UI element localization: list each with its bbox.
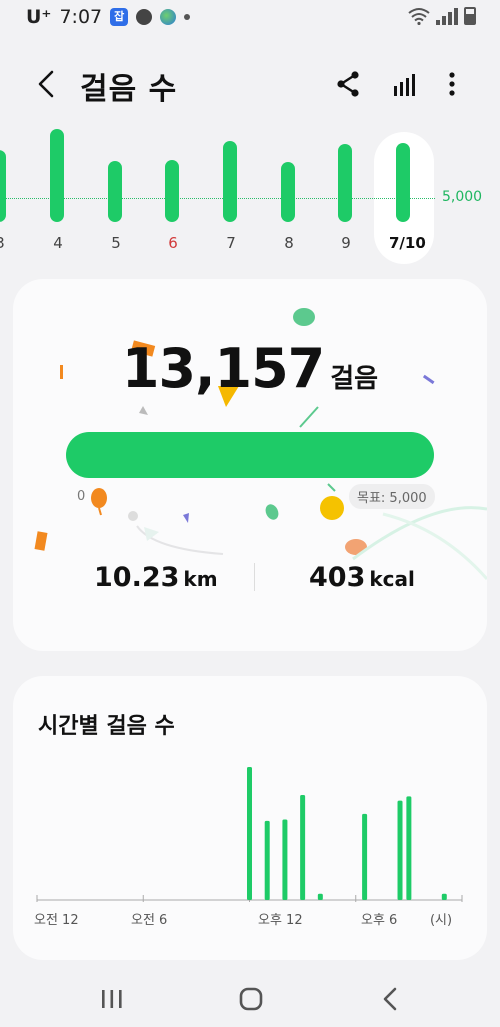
steps-total-row: 13,157 걸음 <box>13 337 487 400</box>
app-notification-icon: 잡 <box>110 8 129 26</box>
x-tick-label: 오후 12 <box>258 913 303 928</box>
week-day-label: 9 <box>341 234 351 252</box>
goal-progress-bar <box>66 432 434 478</box>
clock: 7:07 <box>59 6 103 28</box>
share-icon[interactable] <box>330 66 366 102</box>
steps-unit: 걸음 <box>330 364 379 394</box>
wifi-icon <box>408 8 430 25</box>
week-day-label: 7/10 <box>389 234 426 252</box>
steps-summary-card: 13,157 걸음 0 목표: 5,000 10.23 km 403 kcal <box>13 279 487 651</box>
week-day-bar <box>338 144 352 222</box>
bar-stats-icon[interactable] <box>386 66 422 102</box>
goal-badge: 목표: 5,000 <box>349 484 435 509</box>
more-vertical-icon[interactable] <box>434 66 470 102</box>
hourly-bar <box>441 893 447 900</box>
week-day-label: 8 <box>284 234 294 252</box>
battery-icon <box>464 7 476 25</box>
page-title: 걸음 수 <box>80 72 178 107</box>
distance-unit: km <box>183 567 218 591</box>
week-day-bar <box>223 141 237 222</box>
x-tick-label: 오전 12 <box>34 913 79 928</box>
home-icon[interactable] <box>233 984 269 1014</box>
back-chevron-icon[interactable] <box>30 66 66 102</box>
goal-line-label: 5,000 <box>442 189 483 205</box>
hourly-steps-card: 시간별 걸음 수 오전 12 오전 6 오후 12 오후 6 (시) <box>13 676 487 960</box>
week-day-label: 5 <box>111 234 121 252</box>
week-day-6[interactable]: 9 <box>331 130 361 260</box>
week-day-0[interactable]: 3 <box>0 130 15 260</box>
x-tick-label: (시) <box>430 913 452 928</box>
calories-unit: kcal <box>369 567 415 591</box>
hourly-bar <box>282 819 288 900</box>
week-day-bar <box>50 129 64 222</box>
week-day-2[interactable]: 5 <box>101 130 131 260</box>
hourly-bar <box>397 800 403 900</box>
hourly-bar <box>247 767 252 900</box>
week-day-5[interactable]: 8 <box>274 130 304 260</box>
distance-metric: 10.23 km <box>94 562 218 593</box>
distance-value: 10.23 <box>94 562 180 593</box>
hourly-bar <box>264 820 270 900</box>
week-day-label: 7 <box>226 234 236 252</box>
hourly-bar <box>300 795 306 900</box>
nav-back-icon[interactable] <box>373 984 409 1014</box>
x-tick-label: 오전 6 <box>131 913 167 928</box>
hourly-bar <box>362 813 368 900</box>
status-bar: U⁺ 7:07 잡 <box>0 0 500 34</box>
steps-count: 13,157 <box>121 337 325 400</box>
app-header: 걸음 수 <box>0 52 500 116</box>
metric-divider <box>254 563 255 591</box>
recent-apps-icon[interactable] <box>94 984 130 1014</box>
calories-value: 403 <box>309 562 366 593</box>
week-day-label: 6 <box>168 234 178 252</box>
x-tick-label: 오후 6 <box>361 913 397 928</box>
week-day-bar <box>165 160 179 222</box>
week-day-bar <box>281 162 295 222</box>
hourly-steps-chart: 오전 12 오전 6 오후 12 오후 6 (시) <box>34 767 463 928</box>
week-day-label: 3 <box>0 234 15 252</box>
globe-icon <box>160 9 177 25</box>
week-day-bar <box>0 150 6 222</box>
carrier-label: U⁺ <box>26 6 52 28</box>
hourly-bar <box>406 796 412 900</box>
hourly-bar <box>317 893 323 900</box>
signal-icon <box>436 8 458 25</box>
week-day-7[interactable]: 7/10 <box>389 130 426 260</box>
week-day-3[interactable]: 6 <box>158 130 188 260</box>
week-day-label: 4 <box>53 234 63 252</box>
week-day-bar <box>396 143 410 222</box>
progress-start-label: 0 <box>77 489 86 504</box>
week-day-4[interactable]: 7 <box>216 130 246 260</box>
accessibility-icon <box>136 9 153 25</box>
week-day-bar <box>108 161 122 222</box>
calories-metric: 403 kcal <box>309 562 415 593</box>
week-day-1[interactable]: 4 <box>43 129 73 260</box>
notification-dot-icon <box>184 14 191 20</box>
system-nav-bar <box>0 972 500 1027</box>
weekly-steps-strip: 5,000 3 4 5 6 7 8 9 7/10 <box>0 129 500 270</box>
